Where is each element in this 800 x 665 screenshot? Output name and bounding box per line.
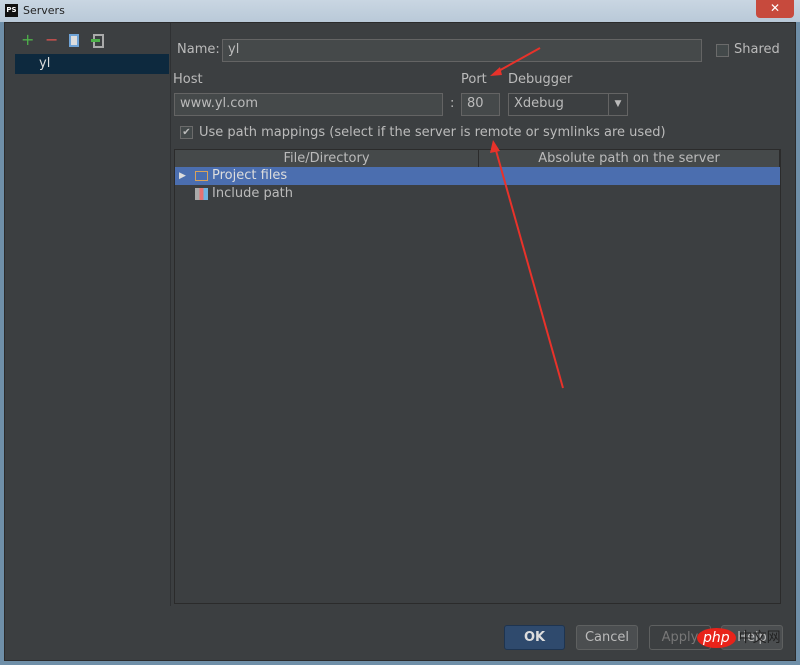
arrow-to-path-mappings [494, 146, 564, 389]
watermark-cn: 中文网 [738, 630, 781, 646]
annotation-arrows [490, 47, 564, 389]
watermark-php: php [697, 628, 736, 648]
arrow-to-port [494, 47, 541, 74]
arrow-head [490, 67, 502, 76]
arrow-head [490, 140, 500, 153]
watermark-logo: php 中文网 [697, 627, 781, 648]
